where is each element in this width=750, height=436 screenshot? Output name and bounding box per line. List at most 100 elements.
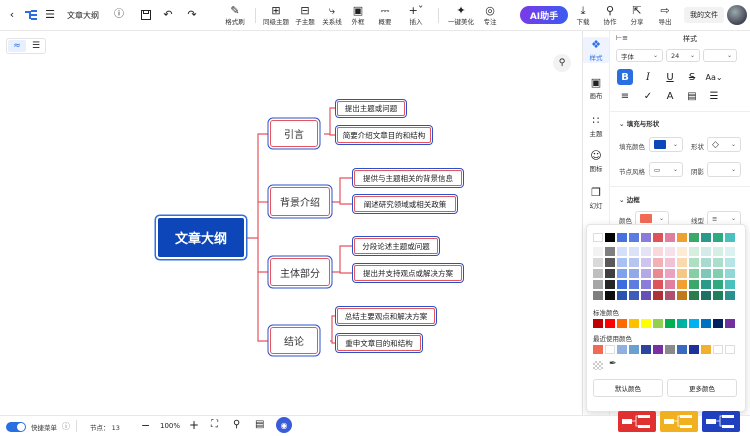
color-swatch[interactable] [665, 291, 675, 300]
quick-menu-toggle[interactable] [6, 422, 26, 432]
side-nav-canvas[interactable]: ▣ 画布 [583, 76, 609, 100]
color-swatch[interactable] [713, 247, 723, 256]
leaf-node[interactable]: 提出主题或问题 [337, 101, 405, 116]
recent-color-swatch[interactable] [593, 345, 603, 354]
font-color-icon[interactable]: A [662, 88, 678, 104]
color-swatch[interactable] [617, 233, 627, 242]
color-swatch[interactable] [725, 247, 735, 256]
side-nav-theme[interactable]: ∷ 主题 [583, 114, 609, 138]
save-icon[interactable] [140, 8, 152, 22]
standard-color-swatch[interactable] [701, 319, 711, 328]
color-swatch[interactable] [605, 233, 615, 242]
color-swatch[interactable] [593, 247, 603, 256]
color-swatch[interactable] [665, 258, 675, 267]
eyedropper-icon[interactable]: ✒ [609, 359, 617, 369]
collapse-panel-icon[interactable]: ⊢≡ [616, 34, 628, 42]
toolbar-focus[interactable]: ◎ 专注 [480, 3, 500, 27]
fill-shape-section-title[interactable]: ⌄ 填充与形状 [619, 118, 659, 128]
font-size-select[interactable]: 24 ⌄ [666, 49, 700, 62]
ai-assistant-button[interactable]: AI助手 [520, 6, 568, 24]
color-swatch[interactable] [653, 291, 663, 300]
color-swatch[interactable] [629, 280, 639, 289]
recent-color-swatch[interactable] [629, 345, 639, 354]
leaf-node[interactable]: 重申文章目的和结构 [337, 335, 421, 351]
menu-icon[interactable]: ☰ [44, 9, 56, 21]
color-swatch[interactable] [701, 258, 711, 267]
color-swatch[interactable] [605, 269, 615, 278]
document-title[interactable]: 文章大纲 [67, 10, 99, 21]
leaf-node[interactable]: 分段论述主题或问题 [354, 238, 438, 254]
color-swatch[interactable] [593, 280, 603, 289]
recent-color-swatch[interactable] [605, 345, 615, 354]
standard-color-swatch[interactable] [593, 319, 603, 328]
leaf-node[interactable]: 总结主要观点和解决方案 [337, 308, 435, 324]
standard-color-swatch[interactable] [653, 319, 663, 328]
toolbar-sibling-topic[interactable]: ⊞ 同级主题 [262, 3, 290, 27]
zoom-out-icon[interactable]: − [141, 419, 150, 432]
clear-format-icon[interactable]: ✓ [640, 88, 656, 104]
theme-thumbnail-yellow[interactable] [660, 411, 698, 432]
recent-color-swatch[interactable] [653, 345, 663, 354]
color-swatch[interactable] [605, 247, 615, 256]
branch-node[interactable]: 结论 [270, 327, 318, 354]
color-swatch[interactable] [641, 280, 651, 289]
color-swatch[interactable] [713, 233, 723, 242]
toolbar-collaborate[interactable]: ⚲ 协作 [601, 3, 619, 27]
paste-format-icon[interactable]: ▤ [684, 88, 700, 104]
undo-icon[interactable]: ↶ [162, 8, 174, 22]
color-swatch[interactable] [653, 258, 663, 267]
color-swatch[interactable] [653, 269, 663, 278]
color-swatch[interactable] [641, 291, 651, 300]
color-swatch[interactable] [677, 233, 687, 242]
color-swatch[interactable] [713, 269, 723, 278]
back-icon[interactable]: ‹ [6, 9, 18, 21]
color-swatch[interactable] [641, 247, 651, 256]
color-swatch[interactable] [701, 247, 711, 256]
line-height-select[interactable]: ⌄ [703, 49, 737, 62]
toolbar-export[interactable]: ⇨ 导出 [656, 3, 674, 27]
locate-icon[interactable]: ⚲ [233, 419, 240, 430]
toolbar-download[interactable]: ⤓ 下载 [574, 3, 592, 27]
node-style-select[interactable]: ▭ ⌄ [649, 162, 683, 177]
branch-node[interactable]: 背景介绍 [270, 187, 330, 216]
color-swatch[interactable] [653, 247, 663, 256]
bold-icon[interactable]: B [617, 69, 633, 85]
color-swatch[interactable] [689, 291, 699, 300]
color-swatch[interactable] [701, 280, 711, 289]
color-swatch[interactable] [629, 258, 639, 267]
zoom-level[interactable]: 100% [160, 422, 180, 430]
color-swatch[interactable] [593, 291, 603, 300]
mindmap-canvas[interactable]: ≈ ☰ ⚲ 文章大纲 引言 背景介绍 主体部分 结论 提出主题或问题 简要介绍文… [0, 31, 582, 415]
toolbar-summary[interactable]: ⎓ 概要 [375, 3, 395, 27]
color-swatch[interactable] [665, 247, 675, 256]
color-swatch[interactable] [665, 280, 675, 289]
recent-color-swatch[interactable] [713, 345, 723, 354]
leaf-node[interactable]: 提出并支持观点或解决方案 [354, 265, 462, 281]
root-node[interactable]: 文章大纲 [158, 218, 244, 257]
toolbar-share[interactable]: ⇱ 分享 [628, 3, 646, 27]
color-swatch[interactable] [617, 247, 627, 256]
fill-color-picker[interactable]: ⌄ [649, 137, 683, 152]
color-swatch[interactable] [725, 233, 735, 242]
help-icon[interactable]: ⓘ [62, 421, 70, 432]
info-icon[interactable]: ⓘ [113, 8, 125, 22]
standard-color-swatch[interactable] [689, 319, 699, 328]
color-swatch[interactable] [605, 258, 615, 267]
more-colors-button[interactable]: 更多颜色 [667, 379, 737, 397]
transparent-color-swatch[interactable] [593, 361, 603, 370]
color-swatch[interactable] [641, 233, 651, 242]
toolbar-child-topic[interactable]: ⊟ 子主题 [293, 3, 317, 27]
color-swatch[interactable] [677, 291, 687, 300]
recent-color-swatch[interactable] [617, 345, 627, 354]
color-swatch[interactable] [689, 247, 699, 256]
avatar[interactable] [727, 5, 747, 25]
branch-node[interactable]: 主体部分 [270, 258, 330, 286]
fit-screen-icon[interactable]: ⛶ [211, 419, 218, 430]
shape-select[interactable]: ◇ ⌄ [707, 137, 741, 152]
color-swatch[interactable] [653, 280, 663, 289]
standard-color-swatch[interactable] [605, 319, 615, 328]
color-swatch[interactable] [713, 280, 723, 289]
color-swatch[interactable] [701, 233, 711, 242]
color-swatch[interactable] [653, 233, 663, 242]
robot-assistant-icon[interactable]: ◉ [276, 417, 292, 433]
